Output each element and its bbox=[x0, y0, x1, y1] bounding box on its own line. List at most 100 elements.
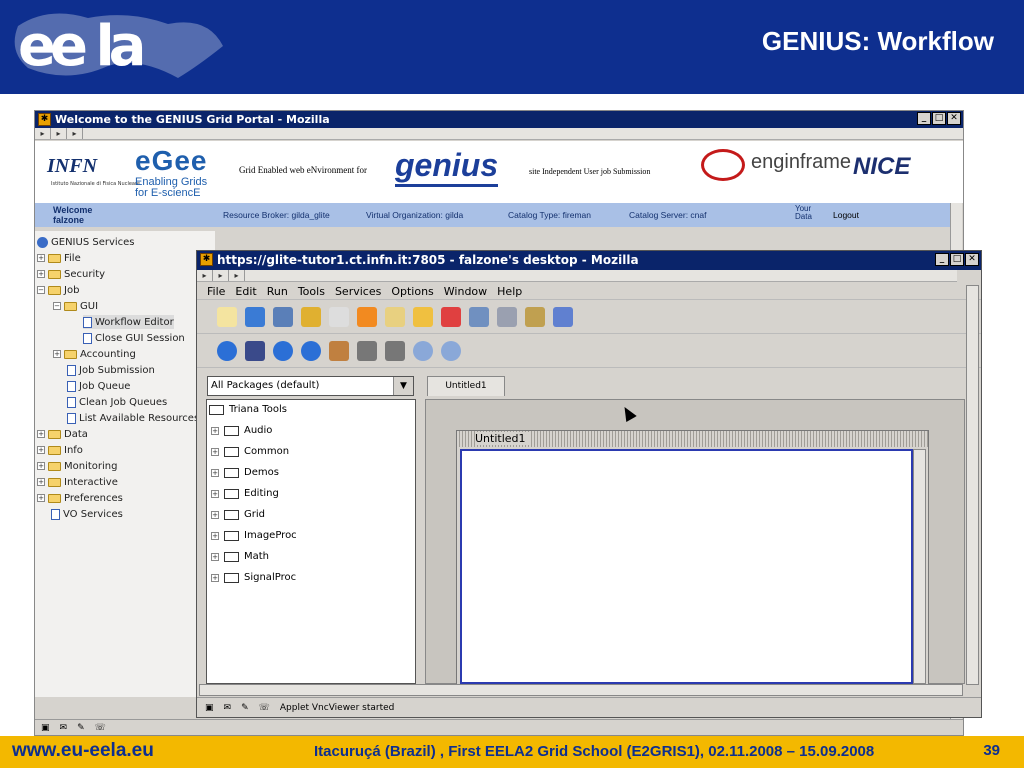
ungroup-icon[interactable] bbox=[385, 340, 405, 361]
maximize-button[interactable]: □ bbox=[950, 253, 964, 266]
tree-item-list-resources[interactable]: List Available Resources bbox=[67, 411, 199, 425]
frame-vertical-scrollbar[interactable] bbox=[913, 449, 926, 684]
menu-help[interactable]: Help bbox=[497, 284, 522, 299]
group-icon[interactable] bbox=[413, 306, 433, 327]
nav-arrow-icon[interactable]: ▸ bbox=[213, 270, 229, 281]
tool-audio[interactable]: + Audio bbox=[211, 425, 272, 436]
tools-icon[interactable] bbox=[329, 340, 349, 361]
expand-icon[interactable]: + bbox=[211, 510, 219, 519]
tree-item-job[interactable]: − Job bbox=[37, 283, 79, 297]
status-navigator-icon[interactable]: ▣ bbox=[41, 723, 50, 733]
print-icon[interactable] bbox=[497, 306, 517, 327]
tool-imageproc[interactable]: + ImageProc bbox=[211, 530, 297, 541]
chevron-down-icon[interactable]: ▼ bbox=[393, 377, 413, 395]
tree-item-interactive[interactable]: + Interactive bbox=[37, 475, 118, 489]
inner-horizontal-scrollbar[interactable] bbox=[199, 684, 963, 696]
tree-item-job-submission[interactable]: Job Submission bbox=[67, 363, 155, 377]
tree-item-job-queue[interactable]: Job Queue bbox=[67, 379, 130, 393]
expand-icon[interactable]: + bbox=[37, 270, 45, 278]
untitled1-frame[interactable]: Untitled1 bbox=[456, 430, 929, 685]
expand-icon[interactable]: + bbox=[211, 573, 219, 582]
expand-icon[interactable]: + bbox=[37, 446, 45, 454]
tool-signalproc[interactable]: + SignalProc bbox=[211, 572, 296, 583]
tree-root[interactable]: GENIUS Services bbox=[37, 235, 135, 249]
status-addressbook-icon[interactable]: ☏ bbox=[259, 703, 270, 713]
cut-icon[interactable] bbox=[357, 306, 377, 327]
menu-options[interactable]: Options bbox=[391, 284, 433, 299]
play-icon[interactable] bbox=[217, 340, 237, 361]
save-icon[interactable] bbox=[273, 306, 293, 327]
status-composer-icon[interactable]: ✎ bbox=[77, 723, 85, 733]
zoom-out-icon[interactable] bbox=[413, 340, 433, 361]
zoom-in-icon[interactable] bbox=[441, 340, 461, 361]
expand-icon[interactable]: + bbox=[211, 531, 219, 540]
menu-window[interactable]: Window bbox=[444, 284, 487, 299]
menu-file[interactable]: File bbox=[207, 284, 225, 299]
tree-item-clean-job-queues[interactable]: Clean Job Queues bbox=[67, 395, 167, 409]
open-icon[interactable] bbox=[245, 306, 265, 327]
close-button[interactable]: ✕ bbox=[965, 253, 979, 266]
tree-item-accounting[interactable]: + Accounting bbox=[53, 347, 136, 361]
menu-run[interactable]: Run bbox=[267, 284, 288, 299]
status-mail-icon[interactable]: ✉ bbox=[60, 723, 68, 733]
tool-grid[interactable]: + Grid bbox=[211, 509, 265, 520]
tree-item-info[interactable]: + Info bbox=[37, 443, 83, 457]
collapse-icon[interactable]: − bbox=[37, 286, 45, 294]
tool-editing[interactable]: + Editing bbox=[211, 488, 279, 499]
find-icon[interactable] bbox=[469, 306, 489, 327]
tool-demos[interactable]: + Demos bbox=[211, 467, 279, 478]
tree-item-vo-services[interactable]: VO Services bbox=[51, 507, 123, 521]
status-navigator-icon[interactable]: ▣ bbox=[205, 703, 214, 713]
footer-url[interactable]: www.eu-eela.eu bbox=[12, 740, 154, 762]
maximize-button[interactable]: □ bbox=[932, 112, 946, 125]
expand-icon[interactable]: + bbox=[37, 254, 45, 262]
expand-icon[interactable]: + bbox=[211, 426, 219, 435]
stop-icon[interactable] bbox=[273, 340, 293, 361]
tree-item-preferences[interactable]: + Preferences bbox=[37, 491, 123, 505]
tree-item-data[interactable]: + Data bbox=[37, 427, 88, 441]
tab-untitled1[interactable]: Untitled1 bbox=[427, 376, 505, 396]
expand-icon[interactable]: + bbox=[211, 468, 219, 477]
logout-link[interactable]: Logout bbox=[833, 210, 859, 220]
step-icon[interactable] bbox=[245, 340, 265, 361]
copy-icon[interactable] bbox=[329, 306, 349, 327]
expand-icon[interactable]: + bbox=[53, 350, 61, 358]
tool-math[interactable]: + Math bbox=[211, 551, 269, 562]
status-mail-icon[interactable]: ✉ bbox=[224, 703, 232, 713]
expand-icon[interactable]: + bbox=[37, 462, 45, 470]
package-select[interactable]: All Packages (default) ▼ bbox=[207, 376, 414, 396]
collapse-icon[interactable]: − bbox=[53, 302, 61, 310]
tree-item-file[interactable]: + File bbox=[37, 251, 81, 265]
menu-services[interactable]: Services bbox=[335, 284, 381, 299]
workspace-area[interactable]: Untitled1 bbox=[425, 399, 965, 685]
nav-arrow-icon[interactable]: ▸ bbox=[197, 270, 213, 281]
inner-vertical-scrollbar[interactable] bbox=[966, 285, 979, 685]
tree-item-close-gui-session[interactable]: Close GUI Session bbox=[83, 331, 185, 345]
tree-item-monitoring[interactable]: + Monitoring bbox=[37, 459, 117, 473]
untitled1-frame-titlebar[interactable]: Untitled1 bbox=[457, 431, 928, 447]
reset-icon[interactable] bbox=[301, 340, 321, 361]
workflow-canvas[interactable] bbox=[460, 449, 913, 684]
group-units-icon[interactable] bbox=[357, 340, 377, 361]
close-button[interactable]: ✕ bbox=[947, 112, 961, 125]
minimize-button[interactable]: _ bbox=[917, 112, 931, 125]
nav-arrow-icon[interactable]: ▸ bbox=[229, 270, 245, 281]
expand-icon[interactable]: + bbox=[37, 478, 45, 486]
paste-icon[interactable] bbox=[385, 306, 405, 327]
expand-icon[interactable]: + bbox=[211, 447, 219, 456]
nav-arrow-icon[interactable]: ▸ bbox=[67, 128, 83, 139]
expand-icon[interactable]: + bbox=[211, 552, 219, 561]
expand-icon[interactable]: + bbox=[211, 489, 219, 498]
tree-item-security[interactable]: + Security bbox=[37, 267, 105, 281]
your-data-link[interactable]: Your Data bbox=[795, 205, 812, 221]
tree-item-gui[interactable]: − GUI bbox=[53, 299, 98, 313]
expand-icon[interactable]: + bbox=[37, 494, 45, 502]
options-icon[interactable] bbox=[525, 306, 545, 327]
save-as-icon[interactable] bbox=[301, 306, 321, 327]
delete-icon[interactable] bbox=[441, 306, 461, 327]
help-icon[interactable] bbox=[553, 306, 573, 327]
tree-item-workflow-editor[interactable]: Workflow Editor bbox=[83, 315, 174, 329]
nav-arrow-icon[interactable]: ▸ bbox=[35, 128, 51, 139]
menu-edit[interactable]: Edit bbox=[235, 284, 256, 299]
new-icon[interactable] bbox=[217, 306, 237, 327]
